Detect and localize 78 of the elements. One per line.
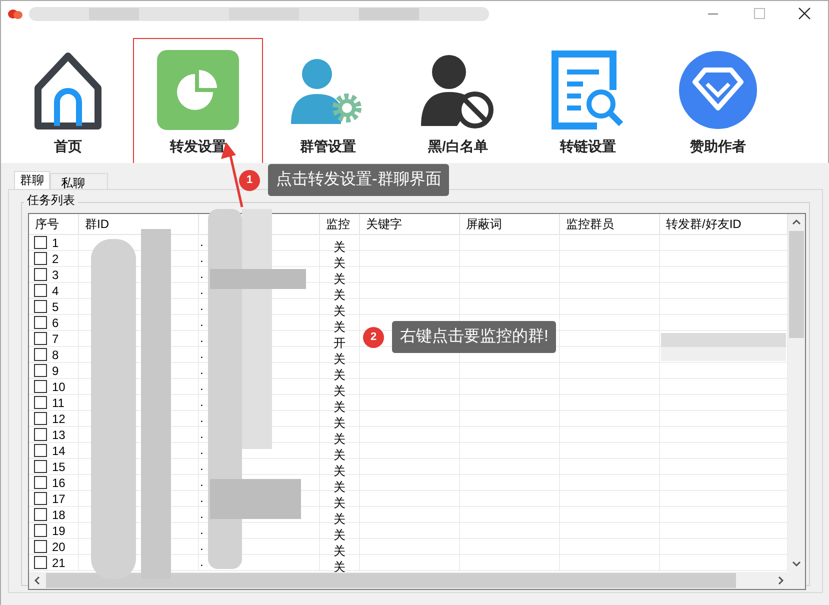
table-cell: . [200, 507, 204, 521]
table-cell: 关 [334, 448, 346, 462]
table-cell: . [200, 315, 204, 329]
toolbar-button[interactable]: 赞助作者 [653, 38, 783, 164]
tab[interactable]: 群聊 [14, 171, 50, 189]
table-cell: 关 [334, 272, 346, 286]
table-cell: . [200, 299, 204, 313]
callout-tooltip: 右键点击要监控的群! [392, 321, 556, 353]
table-cell: . [200, 539, 204, 553]
row-number: 7 [52, 332, 59, 346]
row-number: 21 [52, 556, 66, 570]
table-cell: 关 [334, 256, 346, 270]
table-cell: . [200, 523, 204, 537]
table-cell: . [200, 347, 204, 361]
table-cell: . [200, 379, 204, 393]
table-cell: . [200, 251, 204, 265]
table-cell: . [200, 363, 204, 377]
table-cell: 关 [334, 304, 346, 318]
table-cell: 关 [334, 544, 346, 558]
table-cell: 关 [334, 496, 346, 510]
row-number: 14 [52, 444, 66, 458]
row-number: 10 [52, 380, 66, 394]
toolbar-button[interactable]: 转链设置 [523, 38, 653, 164]
table-cell: 关 [334, 512, 346, 526]
row-number: 13 [52, 428, 66, 442]
column-header[interactable]: 屏蔽词 [460, 214, 560, 234]
table-cell: . [200, 491, 204, 505]
row-number: 9 [52, 364, 59, 378]
toolbar-button[interactable]: 黑/白名单 [393, 38, 523, 164]
table-cell: 关 [334, 368, 346, 382]
row-number: 15 [52, 460, 66, 474]
table-cell: 开 [334, 336, 346, 350]
row-number: 2 [52, 252, 59, 266]
row-number: 20 [52, 540, 66, 554]
row-number: 16 [52, 476, 66, 490]
toolbar-button[interactable]: 首页 [3, 38, 133, 164]
table-cell: . [200, 411, 204, 425]
column-header[interactable]: 监控 [320, 214, 360, 234]
column-header[interactable]: 关键字 [360, 214, 460, 234]
table-cell: . [200, 459, 204, 473]
table-cell: 关 [334, 416, 346, 430]
table-cell: . [200, 235, 204, 249]
row-number: 5 [52, 300, 59, 314]
table-cell: . [200, 331, 204, 345]
callout-tooltip: 点击转发设置-群聊界面 [268, 164, 450, 196]
table-cell: . [200, 395, 204, 409]
table-cell: 关 [334, 240, 346, 254]
column-header[interactable]: 监控群员 [560, 214, 660, 234]
table-cell: 关 [334, 320, 346, 334]
row-number: 3 [52, 268, 59, 282]
table-cell: 关 [334, 528, 346, 542]
table-cell: . [200, 475, 204, 489]
toolbar-button[interactable]: 转发设置 [133, 38, 263, 164]
toolbar-button[interactable]: 群管设置 [263, 38, 393, 164]
table-cell: 关 [334, 352, 346, 366]
row-number: 8 [52, 348, 59, 362]
table-cell: 关 [334, 400, 346, 414]
row-number: 17 [52, 492, 66, 506]
table-cell: . [200, 283, 204, 297]
table-cell: . [200, 443, 204, 457]
group-box-title: 任务列表 [24, 192, 78, 208]
table-cell: 关 [334, 464, 346, 478]
row-number: 6 [52, 316, 59, 330]
table-cell: 关 [334, 384, 346, 398]
tab[interactable]: 私聊 [50, 173, 108, 189]
table-cell: 关 [334, 288, 346, 302]
row-number: 12 [52, 412, 66, 426]
row-number: 18 [52, 508, 66, 522]
row-number: 4 [52, 284, 59, 298]
column-header[interactable]: 序号 [29, 214, 79, 234]
table-cell: 关 [334, 432, 346, 446]
table-cell: . [200, 555, 204, 569]
row-number: 19 [52, 524, 66, 538]
row-number: 1 [52, 236, 59, 250]
table-cell: 关 [334, 480, 346, 494]
row-number: 11 [52, 396, 64, 410]
table-cell: . [200, 267, 204, 281]
table-cell: . [200, 427, 204, 441]
